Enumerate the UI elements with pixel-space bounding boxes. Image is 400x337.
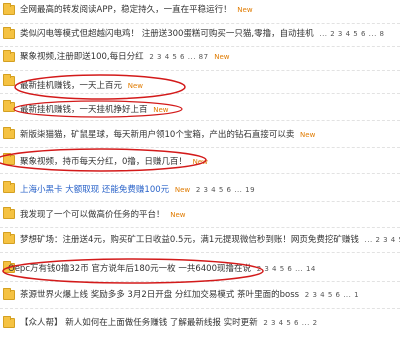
thread-row[interactable]: 新版柒猫猫，矿鼠星球，每天新用户领10个宝箱，产出的钻石直接可以卖 New xyxy=(0,124,400,148)
folder-icon xyxy=(3,127,15,139)
thread-row[interactable]: 梦想矿场：注册送4元，购买矿工日收益0.5元，满1元提现微信秒到账！网页免费挖矿… xyxy=(0,229,400,253)
new-badge: New xyxy=(127,81,143,90)
thread-row[interactable]: 我发现了一个可以做高价任务的平台！ New xyxy=(0,204,400,228)
folder-icon xyxy=(3,288,15,300)
new-badge: New xyxy=(170,211,186,219)
page-links[interactable]: ... 2 3 4 5 6 ... 2 xyxy=(365,236,400,244)
thread-row[interactable]: 聚象视频,注册即送100,每日分红 2 3 4 5 6 ... 87 New xyxy=(0,47,400,71)
thread-title[interactable]: Oepc万有钱0撸32币 官方说年后180元一枚 一共6400现撸在说 xyxy=(8,264,251,274)
folder-icon xyxy=(3,316,15,328)
thread-title[interactable]: 聚象视频，持币每天分红，0撸，日赚几百！ xyxy=(20,157,187,167)
page-links[interactable]: ... 2 3 4 5 6 ... 8 xyxy=(319,30,384,38)
folder-icon xyxy=(3,3,15,15)
new-badge: New xyxy=(174,186,191,194)
thread-title[interactable]: 我发现了一个可以做高价任务的平台！ xyxy=(20,210,165,220)
new-badge: New xyxy=(153,106,169,114)
page-links[interactable]: 2 3 4 5 6 ... 87 xyxy=(149,53,208,61)
thread-row[interactable]: Oepc万有钱0撸32币 官方说年后180元一枚 一共6400现撸在说 2 3 … xyxy=(0,258,400,282)
thread-title[interactable]: 茶源世界火爆上线 奖励多多 3月2日开盘 分红加交易模式 茶叶里面的boss xyxy=(20,290,299,300)
thread-title[interactable]: 类似闪电等模式但超越闪电鸡！ 注册送300蛋糕可购买一只猫,零撸，自动挂机 xyxy=(20,29,314,39)
new-badge: New xyxy=(214,53,230,61)
thread-row[interactable]: 类似闪电等模式但超越闪电鸡！ 注册送300蛋糕可购买一只猫,零撸，自动挂机 ..… xyxy=(0,24,400,47)
folder-icon xyxy=(3,50,15,62)
new-badge: New xyxy=(237,6,253,14)
folder-icon xyxy=(3,181,15,193)
thread-row[interactable]: 聚象视频，持币每天分红，0撸，日赚几百！ New xyxy=(0,150,400,174)
thread-title[interactable]: 全网最高的转发阅读APP，稳定持久，一直在平稳运行！ xyxy=(20,5,232,15)
thread-row[interactable]: 茶源世界火爆上线 奖励多多 3月2日开盘 分红加交易模式 茶叶里面的boss 2… xyxy=(0,285,400,309)
thread-title[interactable]: 最新挂机赚钱，一天挂机挣好上百 xyxy=(20,105,148,115)
thread-title[interactable]: 最新挂机赚钱，一天上百元 xyxy=(20,81,122,91)
folder-icon xyxy=(3,207,15,219)
folder-icon xyxy=(3,153,15,165)
thread-title[interactable]: 梦想矿场：注册送4元，购买矿工日收益0.5元，满1元提现微信秒到账！网页免费挖矿… xyxy=(20,235,359,245)
thread-title[interactable]: 上海小黑卡 大额取现 还能免费赚100元 xyxy=(20,185,169,195)
page-links[interactable]: 2 3 4 5 6 ... 14 xyxy=(257,265,316,273)
thread-row[interactable]: 【众人帮】 新人如何在上面做任务赚钱 了解最新线报 实时更新 2 3 4 5 6… xyxy=(0,313,400,337)
page-links[interactable]: 2 3 4 5 6 ... 19 xyxy=(196,186,255,194)
thread-title[interactable]: 新人如何在上面做任务赚钱 了解最新线报 实时更新 xyxy=(65,318,257,328)
new-badge: New xyxy=(300,131,316,139)
thread-row[interactable]: 上海小黑卡 大额取现 还能免费赚100元 New 2 3 4 5 6 ... 1… xyxy=(0,178,400,202)
folder-icon xyxy=(3,73,15,86)
thread-row[interactable]: 最新挂机赚钱，一天挂机挣好上百 New xyxy=(0,97,400,121)
folder-icon xyxy=(3,232,15,244)
thread-title[interactable]: 聚象视频,注册即送100,每日分红 xyxy=(20,52,144,62)
page-links[interactable]: 2 3 4 5 6 ... 1 xyxy=(305,291,359,299)
thread-prefix: 【众人帮】 xyxy=(20,318,63,328)
thread-row[interactable]: 最新挂机赚钱，一天上百元 New xyxy=(0,71,400,94)
thread-row[interactable]: 全网最高的转发阅读APP，稳定持久，一直在平稳运行！ New xyxy=(0,0,400,24)
new-badge: New xyxy=(192,158,208,166)
folder-icon xyxy=(3,26,15,39)
page-links[interactable]: 2 3 4 5 6 ... 2 xyxy=(263,319,317,327)
folder-icon xyxy=(3,100,15,112)
thread-title[interactable]: 新版柒猫猫，矿鼠星球，每天新用户领10个宝箱，产出的钻石直接可以卖 xyxy=(20,130,294,140)
